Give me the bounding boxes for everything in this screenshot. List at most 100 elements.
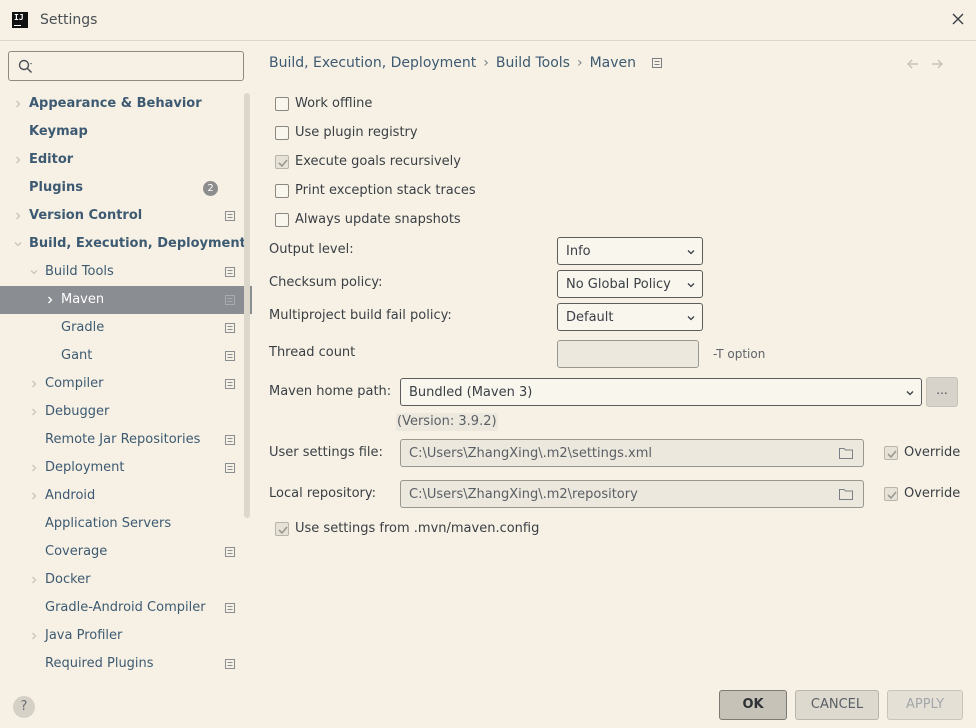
sidebar-item-build-execution-deployment[interactable]: Build, Execution, Deployment — [0, 230, 252, 258]
sidebar-item-label: Keymap — [29, 124, 88, 139]
multiproject-fail-policy-select[interactable]: Default — [557, 303, 703, 331]
sidebar-item-label: Application Servers — [45, 516, 172, 531]
sidebar-item-version-control[interactable]: Version Control — [0, 202, 252, 230]
use-mvn-config-checkbox[interactable] — [275, 522, 289, 536]
sidebar-item-label: Build Tools — [45, 264, 114, 279]
plugins-count-badge: 2 — [203, 181, 218, 196]
chevron-right-icon[interactable] — [29, 379, 39, 389]
project-settings-icon — [225, 295, 235, 305]
local-repository-input[interactable]: C:\Users\ZhangXing\.m2\repository — [400, 480, 864, 508]
chevron-right-icon[interactable] — [29, 491, 39, 501]
sidebar-item-editor[interactable]: Editor — [0, 146, 252, 174]
sidebar-item-required-plugins[interactable]: Required Plugins — [0, 650, 252, 678]
checksum-policy-label: Checksum policy: — [269, 275, 383, 290]
project-settings-icon — [225, 323, 235, 333]
execute-goals-recursively-checkbox[interactable] — [275, 155, 289, 169]
close-icon[interactable] — [950, 11, 966, 27]
sidebar-item-gant[interactable]: Gant — [0, 342, 252, 370]
sidebar-scrollbar[interactable] — [244, 93, 250, 518]
chevron-right-icon[interactable] — [13, 155, 23, 165]
settings-sidebar: Appearance & Behavior Keymap Editor Plugins… — [0, 41, 252, 681]
breadcrumb-item-build-tools[interactable]: Build Tools — [496, 55, 570, 71]
sidebar-item-build-tools[interactable]: Build Tools — [0, 258, 252, 286]
ok-button[interactable]: OK — [719, 690, 787, 720]
sidebar-item-debugger[interactable]: Debugger — [0, 398, 252, 426]
maven-home-path-label: Maven home path: — [269, 384, 392, 399]
multiproject-fail-policy-label: Multiproject build fail policy: — [269, 308, 452, 323]
sidebar-item-java-profiler[interactable]: Java Profiler — [0, 622, 252, 650]
print-exception-stack-traces-checkbox[interactable] — [275, 184, 289, 198]
sidebar-item-label: Version Control — [29, 208, 143, 223]
thread-count-hint: -T option — [713, 347, 766, 361]
folder-icon[interactable] — [839, 488, 853, 500]
sidebar-item-android[interactable]: Android — [0, 482, 252, 510]
sidebar-item-coverage[interactable]: Coverage — [0, 538, 252, 566]
use-plugin-registry-label: Use plugin registry — [295, 125, 418, 140]
chevron-right-icon[interactable] — [45, 295, 55, 305]
sidebar-item-gradle[interactable]: Gradle — [0, 314, 252, 342]
folder-icon[interactable] — [839, 447, 853, 459]
sidebar-item-gradle-android-compiler[interactable]: Gradle-Android Compiler — [0, 594, 252, 622]
project-settings-icon — [225, 463, 235, 473]
breadcrumb-item-maven: Maven — [589, 55, 637, 71]
chevron-down-icon[interactable] — [13, 239, 23, 249]
user-settings-file-input[interactable]: C:\Users\ZhangXing\.m2\settings.xml — [400, 439, 864, 467]
user-settings-file-label: User settings file: — [269, 445, 383, 460]
print-exception-stack-traces-label: Print exception stack traces — [295, 183, 476, 198]
sidebar-item-application-servers[interactable]: Application Servers — [0, 510, 252, 538]
checksum-policy-select[interactable]: No Global Policy — [557, 270, 703, 298]
breadcrumb-item-build-execution-deployment[interactable]: Build, Execution, Deployment — [269, 55, 476, 71]
chevron-right-icon[interactable] — [29, 631, 39, 641]
thread-count-label: Thread count — [269, 345, 356, 360]
maven-version-note: (Version: 3.9.2) — [396, 413, 498, 431]
sidebar-item-deployment[interactable]: Deployment — [0, 454, 252, 482]
sidebar-item-docker[interactable]: Docker — [0, 566, 252, 594]
project-settings-icon — [225, 547, 235, 557]
cancel-button[interactable]: CANCEL — [795, 690, 879, 720]
sidebar-item-compiler[interactable]: Compiler — [0, 370, 252, 398]
maven-home-browse-button[interactable]: ... — [926, 377, 958, 407]
local-repository-override-checkbox[interactable] — [884, 487, 898, 501]
back-arrow-icon[interactable] — [906, 57, 920, 71]
project-settings-icon — [225, 659, 235, 669]
maven-home-path-select[interactable]: Bundled (Maven 3) — [400, 378, 922, 406]
search-input[interactable] — [39, 56, 239, 76]
sidebar-item-label: Appearance & Behavior — [29, 96, 202, 111]
checkmark-icon — [278, 526, 288, 535]
chevron-right-icon[interactable] — [29, 463, 39, 473]
use-plugin-registry-checkbox[interactable] — [275, 126, 289, 140]
sidebar-item-plugins[interactable]: Plugins 2 — [0, 174, 252, 202]
checkmark-icon — [278, 159, 288, 168]
chevron-right-icon[interactable] — [29, 407, 39, 417]
chevron-right-icon[interactable] — [13, 99, 23, 109]
sidebar-item-remote-jar-repositories[interactable]: Remote Jar Repositories — [0, 426, 252, 454]
project-settings-icon — [225, 211, 235, 221]
breadcrumb-separator: › — [483, 55, 489, 71]
sidebar-item-maven[interactable]: Maven — [0, 286, 252, 314]
search-icon — [18, 59, 33, 74]
window-title: Settings — [40, 12, 98, 28]
output-level-select[interactable]: Info — [557, 237, 703, 265]
checkmark-icon — [887, 491, 897, 500]
chevron-right-icon[interactable] — [29, 575, 39, 585]
title-bar: IJ Settings — [0, 0, 976, 41]
user-settings-file-value: C:\Users\ZhangXing\.m2\settings.xml — [409, 446, 653, 461]
output-level-label: Output level: — [269, 242, 354, 257]
help-icon[interactable]: ? — [13, 696, 35, 718]
chevron-right-icon[interactable] — [13, 211, 23, 221]
project-settings-icon — [652, 58, 663, 68]
work-offline-checkbox[interactable] — [275, 97, 289, 111]
user-settings-override-label: Override — [904, 445, 961, 460]
breadcrumb: Build, Execution, Deployment › Build Tools… — [269, 55, 663, 71]
always-update-snapshots-checkbox[interactable] — [275, 213, 289, 227]
apply-button[interactable]: APPLY — [887, 690, 963, 720]
sidebar-item-appearance-behavior[interactable]: Appearance & Behavior — [0, 90, 252, 118]
maven-home-path-value: Bundled (Maven 3) — [409, 385, 533, 400]
search-box[interactable] — [8, 51, 244, 81]
chevron-down-icon[interactable] — [29, 267, 39, 277]
user-settings-override-checkbox[interactable] — [884, 446, 898, 460]
forward-arrow-icon[interactable] — [930, 57, 944, 71]
chevron-down-icon — [687, 283, 695, 288]
thread-count-input[interactable] — [557, 340, 699, 368]
sidebar-item-keymap[interactable]: Keymap — [0, 118, 252, 146]
